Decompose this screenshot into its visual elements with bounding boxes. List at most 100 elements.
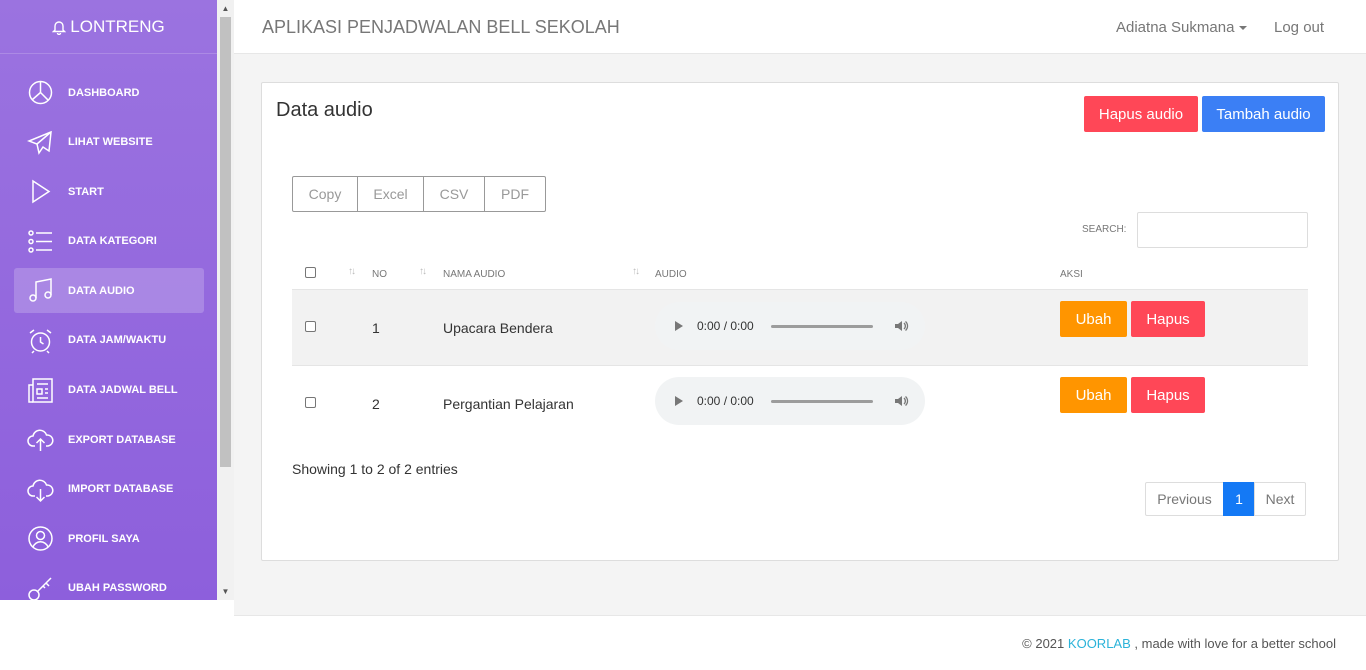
- row-checkbox[interactable]: [305, 321, 316, 332]
- table-row: 2 Pergantian Pelajaran 0:00 / 0:00 Ubah …: [292, 365, 1308, 441]
- sidebar-item-dashboard[interactable]: DASHBOARD: [14, 70, 204, 115]
- play-icon[interactable]: [675, 396, 683, 406]
- user-menu[interactable]: Adiatna Sukmana: [1116, 19, 1248, 36]
- user-icon: [27, 525, 54, 552]
- data-audio-card: Data audio Hapus audio Tambah audio Copy…: [261, 82, 1339, 561]
- footer-text: © 2021 KOORLAB , made with love for a be…: [1022, 636, 1336, 651]
- next-page-button[interactable]: Next: [1254, 482, 1306, 516]
- sidebar-footer-space: [0, 600, 234, 670]
- sidebar-item-data-audio[interactable]: DATA AUDIO: [14, 268, 204, 314]
- app-title: APLIKASI PENJADWALAN BELL SEKOLAH: [262, 17, 620, 37]
- sidebar-item-label: LIHAT WEBSITE: [68, 136, 153, 149]
- sidebar-item-lihat-website[interactable]: LIHAT WEBSITE: [14, 120, 204, 165]
- sort-icon[interactable]: ↑↓: [632, 266, 640, 277]
- footer-tagline: , made with love for a better school: [1134, 636, 1336, 651]
- scroll-up-icon[interactable]: ▲: [217, 0, 234, 17]
- sort-icon[interactable]: ↑↓: [348, 266, 356, 277]
- music-icon: [27, 277, 54, 304]
- footer-copyright: © 2021: [1022, 636, 1065, 651]
- table-header: ↑↓ NO ↑↓ NAMA AUDIO ↑↓ AUDIO AKSI: [292, 258, 1308, 289]
- audio-player[interactable]: 0:00 / 0:00: [655, 302, 925, 350]
- hapus-button[interactable]: Hapus: [1131, 377, 1205, 413]
- brand[interactable]: LONTRENG: [0, 0, 217, 54]
- sidebar-item-label: PROFIL SAYA: [68, 532, 140, 545]
- logout-link[interactable]: Log out: [1274, 19, 1324, 36]
- copy-button[interactable]: Copy: [292, 176, 358, 212]
- ubah-button[interactable]: Ubah: [1060, 301, 1127, 337]
- column-header-no[interactable]: NO: [372, 269, 387, 280]
- audio-progress-slider[interactable]: [771, 324, 873, 328]
- send-icon: [27, 129, 54, 156]
- column-header-nama-audio[interactable]: NAMA AUDIO: [443, 269, 505, 280]
- sidebar-item-label: DASHBOARD: [68, 86, 140, 99]
- sidebar-item-label: DATA JAM/WAKTU: [68, 334, 167, 347]
- audio-time: 0:00 / 0:00: [697, 319, 754, 333]
- sidebar-nav: DASHBOARD LIHAT WEBSITE START DATA KATEG…: [0, 54, 217, 600]
- ubah-button[interactable]: Ubah: [1060, 377, 1127, 413]
- scrollbar-thumb[interactable]: [220, 17, 231, 467]
- tambah-audio-button[interactable]: Tambah audio: [1202, 96, 1325, 132]
- volume-icon[interactable]: [893, 393, 909, 414]
- pdf-button[interactable]: PDF: [484, 176, 546, 212]
- sidebar-item-label: START: [68, 185, 104, 198]
- table-info: Showing 1 to 2 of 2 entries: [292, 461, 458, 477]
- row-checkbox[interactable]: [305, 397, 316, 408]
- list-icon: [27, 228, 54, 255]
- export-button-group: Copy Excel CSV PDF: [292, 176, 546, 212]
- top-navbar: APLIKASI PENJADWALAN BELL SEKOLAH Adiatn…: [234, 0, 1366, 54]
- sidebar-item-ubah-password[interactable]: UBAH PASSWORD: [14, 566, 204, 600]
- caret-down-icon: [1239, 25, 1248, 30]
- audio-progress-slider[interactable]: [771, 399, 873, 403]
- sidebar-item-label: IMPORT DATABASE: [68, 483, 174, 496]
- pagination: Previous 1 Next: [1145, 482, 1306, 516]
- scroll-down-icon[interactable]: ▼: [217, 583, 234, 600]
- cloud-upload-icon: [27, 426, 54, 453]
- row-nama-audio: Upacara Bendera: [443, 320, 553, 336]
- sidebar-item-profil-saya[interactable]: PROFIL SAYA: [14, 516, 204, 561]
- hapus-audio-button[interactable]: Hapus audio: [1084, 96, 1198, 132]
- search-label: SEARCH:: [1082, 224, 1127, 235]
- sidebar-item-export-database[interactable]: EXPORT DATABASE: [14, 417, 204, 462]
- bell-icon: [52, 19, 67, 35]
- page-title: Data audio: [276, 99, 373, 121]
- audio-table: ↑↓ NO ↑↓ NAMA AUDIO ↑↓ AUDIO AKSI 1 Upac…: [292, 258, 1308, 441]
- sidebar-item-label: UBAH PASSWORD: [68, 582, 167, 595]
- footer: © 2021 KOORLAB , made with love for a be…: [234, 615, 1366, 670]
- table-row: 1 Upacara Bendera 0:00 / 0:00 Ubah Hapus: [292, 289, 1308, 365]
- user-name: Adiatna Sukmana: [1116, 19, 1235, 36]
- page-1-button[interactable]: 1: [1223, 482, 1255, 516]
- volume-icon[interactable]: [893, 318, 909, 339]
- koorlab-link[interactable]: KOORLAB: [1068, 636, 1131, 651]
- cloud-download-icon: [27, 476, 54, 503]
- play-icon: [27, 178, 54, 205]
- sidebar-item-data-kategori[interactable]: DATA KATEGORI: [14, 219, 204, 264]
- select-all-checkbox[interactable]: [305, 267, 316, 278]
- sidebar-item-data-jadwal-bell[interactable]: DATA JADWAL BELL: [14, 368, 204, 413]
- column-header-audio[interactable]: AUDIO: [655, 269, 687, 280]
- previous-page-button[interactable]: Previous: [1145, 482, 1224, 516]
- sidebar-item-label: EXPORT DATABASE: [68, 433, 176, 446]
- sidebar-item-label: DATA JADWAL BELL: [68, 384, 178, 397]
- sidebar-item-start[interactable]: START: [14, 169, 204, 214]
- excel-button[interactable]: Excel: [357, 176, 424, 212]
- column-header-aksi: AKSI: [1060, 269, 1083, 280]
- sidebar-item-data-jam-waktu[interactable]: DATA JAM/WAKTU: [14, 318, 204, 363]
- brand-name: LONTRENG: [70, 16, 165, 36]
- sidebar-scrollbar[interactable]: ▲ ▼: [217, 0, 234, 600]
- key-icon: [27, 575, 54, 600]
- row-no: 2: [372, 396, 380, 412]
- play-icon[interactable]: [675, 321, 683, 331]
- sort-icon[interactable]: ↑↓: [419, 266, 427, 277]
- search-input[interactable]: [1137, 212, 1308, 248]
- hapus-button[interactable]: Hapus: [1131, 301, 1205, 337]
- audio-player[interactable]: 0:00 / 0:00: [655, 377, 925, 425]
- newspaper-icon: [27, 377, 54, 404]
- alarm-clock-icon: [27, 327, 54, 354]
- csv-button[interactable]: CSV: [423, 176, 485, 212]
- pie-chart-icon: [27, 79, 54, 106]
- sidebar-item-import-database[interactable]: IMPORT DATABASE: [14, 467, 204, 512]
- row-no: 1: [372, 320, 380, 336]
- sidebar-item-label: DATA AUDIO: [68, 284, 135, 297]
- sidebar: LONTRENG DASHBOARD LIHAT WEBSITE START D…: [0, 0, 217, 600]
- sidebar-item-label: DATA KATEGORI: [68, 235, 157, 248]
